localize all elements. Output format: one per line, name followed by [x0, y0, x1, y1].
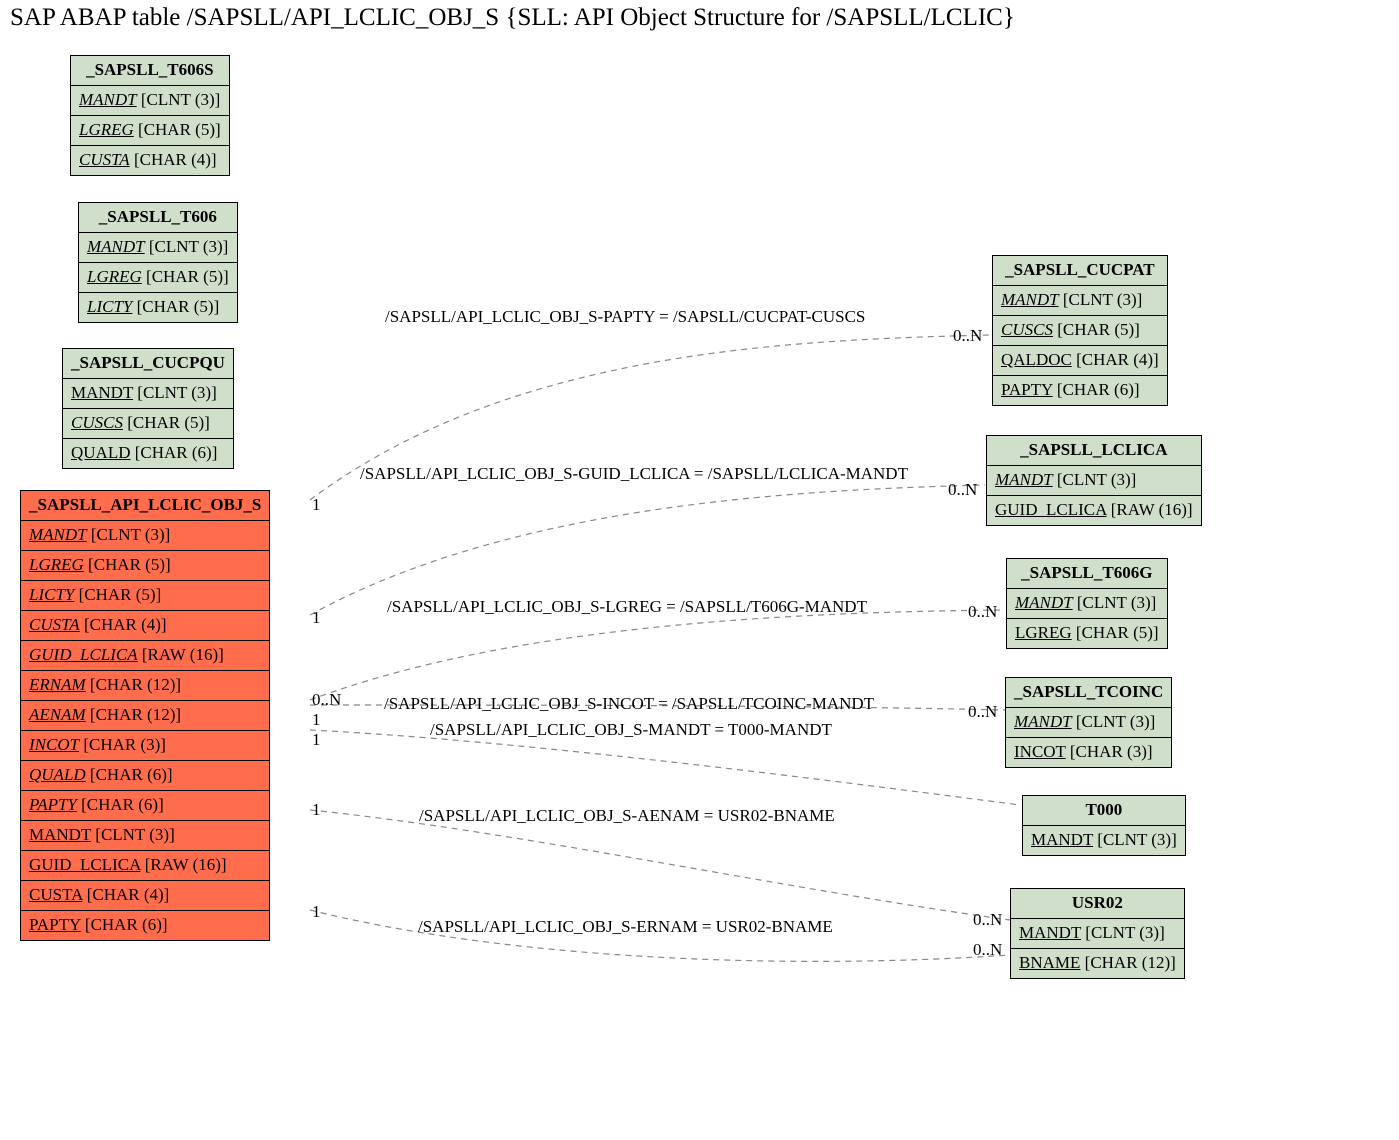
entity-field: ERNAM [CHAR (12)]	[21, 671, 269, 701]
cardinality: 0..N	[973, 940, 1002, 960]
entity-field: MANDT [CLNT (3)]	[1007, 589, 1167, 619]
entity-field: QUALD [CHAR (6)]	[63, 439, 233, 468]
cardinality: 0..N	[973, 910, 1002, 930]
entity-header: _SAPSLL_LCLICA	[987, 436, 1201, 466]
entity-header: _SAPSLL_API_LCLIC_OBJ_S	[21, 491, 269, 521]
entity-header: T000	[1023, 796, 1185, 826]
entity-field: MANDT [CLNT (3)]	[1023, 826, 1185, 855]
entity-field: MANDT [CLNT (3)]	[993, 286, 1167, 316]
entity-field: LGREG [CHAR (5)]	[79, 263, 237, 293]
entity-t606s: _SAPSLL_T606S MANDT [CLNT (3)] LGREG [CH…	[70, 55, 230, 176]
relation-label: /SAPSLL/API_LCLIC_OBJ_S-INCOT = /SAPSLL/…	[384, 694, 874, 714]
entity-usr02: USR02 MANDT [CLNT (3)] BNAME [CHAR (12)]	[1010, 888, 1185, 979]
entity-field: LICTY [CHAR (5)]	[21, 581, 269, 611]
er-diagram: _SAPSLL_T606S MANDT [CLNT (3)] LGREG [CH…	[10, 40, 1389, 1130]
entity-field: PAPTY [CHAR (6)]	[21, 911, 269, 940]
cardinality: 0..N	[312, 690, 341, 710]
entity-field: MANDT [CLNT (3)]	[21, 521, 269, 551]
entity-api-lclic-obj-s: _SAPSLL_API_LCLIC_OBJ_S MANDT [CLNT (3)]…	[20, 490, 270, 941]
entity-field: MANDT [CLNT (3)]	[21, 821, 269, 851]
cardinality: 1	[312, 495, 321, 515]
cardinality: 1	[312, 800, 321, 820]
entity-field: QALDOC [CHAR (4)]	[993, 346, 1167, 376]
entity-field: CUSCS [CHAR (5)]	[63, 409, 233, 439]
entity-field: AENAM [CHAR (12)]	[21, 701, 269, 731]
cardinality: 1	[312, 730, 321, 750]
entity-header: _SAPSLL_TCOINC	[1006, 678, 1171, 708]
entity-header: _SAPSLL_T606	[79, 203, 237, 233]
entity-field: GUID_LCLICA [RAW (16)]	[987, 496, 1201, 525]
cardinality: 1	[312, 902, 321, 922]
entity-tcoinc: _SAPSLL_TCOINC MANDT [CLNT (3)] INCOT [C…	[1005, 677, 1172, 768]
entity-field: MANDT [CLNT (3)]	[63, 379, 233, 409]
entity-header: _SAPSLL_CUCPQU	[63, 349, 233, 379]
cardinality: 0..N	[953, 326, 982, 346]
entity-lclica: _SAPSLL_LCLICA MANDT [CLNT (3)] GUID_LCL…	[986, 435, 1202, 526]
page-title: SAP ABAP table /SAPSLL/API_LCLIC_OBJ_S {…	[10, 4, 1389, 32]
entity-cucpqu: _SAPSLL_CUCPQU MANDT [CLNT (3)] CUSCS [C…	[62, 348, 234, 469]
entity-field: QUALD [CHAR (6)]	[21, 761, 269, 791]
relation-label: /SAPSLL/API_LCLIC_OBJ_S-ERNAM = USR02-BN…	[418, 917, 833, 937]
cardinality: 0..N	[968, 702, 997, 722]
cardinality: 1	[312, 608, 321, 628]
entity-t000: T000 MANDT [CLNT (3)]	[1022, 795, 1186, 856]
entity-field: CUSTA [CHAR (4)]	[21, 881, 269, 911]
entity-t606g: _SAPSLL_T606G MANDT [CLNT (3)] LGREG [CH…	[1006, 558, 1168, 649]
entity-field: GUID_LCLICA [RAW (16)]	[21, 641, 269, 671]
entity-field: INCOT [CHAR (3)]	[21, 731, 269, 761]
entity-t606: _SAPSLL_T606 MANDT [CLNT (3)] LGREG [CHA…	[78, 202, 238, 323]
entity-field: PAPTY [CHAR (6)]	[21, 791, 269, 821]
relation-label: /SAPSLL/API_LCLIC_OBJ_S-MANDT = T000-MAN…	[430, 720, 832, 740]
entity-field: BNAME [CHAR (12)]	[1011, 949, 1184, 978]
entity-header: _SAPSLL_T606G	[1007, 559, 1167, 589]
entity-field: MANDT [CLNT (3)]	[71, 86, 229, 116]
entity-field: MANDT [CLNT (3)]	[79, 233, 237, 263]
entity-field: PAPTY [CHAR (6)]	[993, 376, 1167, 405]
entity-field: MANDT [CLNT (3)]	[987, 466, 1201, 496]
relation-label: /SAPSLL/API_LCLIC_OBJ_S-AENAM = USR02-BN…	[419, 806, 835, 826]
entity-field: GUID_LCLICA [RAW (16)]	[21, 851, 269, 881]
entity-field: CUSTA [CHAR (4)]	[71, 146, 229, 175]
entity-field: LGREG [CHAR (5)]	[1007, 619, 1167, 648]
entity-field: MANDT [CLNT (3)]	[1011, 919, 1184, 949]
entity-field: LGREG [CHAR (5)]	[21, 551, 269, 581]
entity-header: _SAPSLL_CUCPAT	[993, 256, 1167, 286]
entity-field: CUSCS [CHAR (5)]	[993, 316, 1167, 346]
entity-field: LICTY [CHAR (5)]	[79, 293, 237, 322]
entity-header: _SAPSLL_T606S	[71, 56, 229, 86]
cardinality: 0..N	[968, 602, 997, 622]
entity-cucpat: _SAPSLL_CUCPAT MANDT [CLNT (3)] CUSCS [C…	[992, 255, 1168, 406]
entity-field: INCOT [CHAR (3)]	[1006, 738, 1171, 767]
relation-label: /SAPSLL/API_LCLIC_OBJ_S-PAPTY = /SAPSLL/…	[385, 307, 865, 327]
entity-field: LGREG [CHAR (5)]	[71, 116, 229, 146]
cardinality: 1	[312, 710, 321, 730]
entity-header: USR02	[1011, 889, 1184, 919]
entity-field: CUSTA [CHAR (4)]	[21, 611, 269, 641]
entity-field: MANDT [CLNT (3)]	[1006, 708, 1171, 738]
cardinality: 0..N	[948, 480, 977, 500]
relation-label: /SAPSLL/API_LCLIC_OBJ_S-GUID_LCLICA = /S…	[360, 464, 908, 484]
relation-label: /SAPSLL/API_LCLIC_OBJ_S-LGREG = /SAPSLL/…	[387, 597, 867, 617]
